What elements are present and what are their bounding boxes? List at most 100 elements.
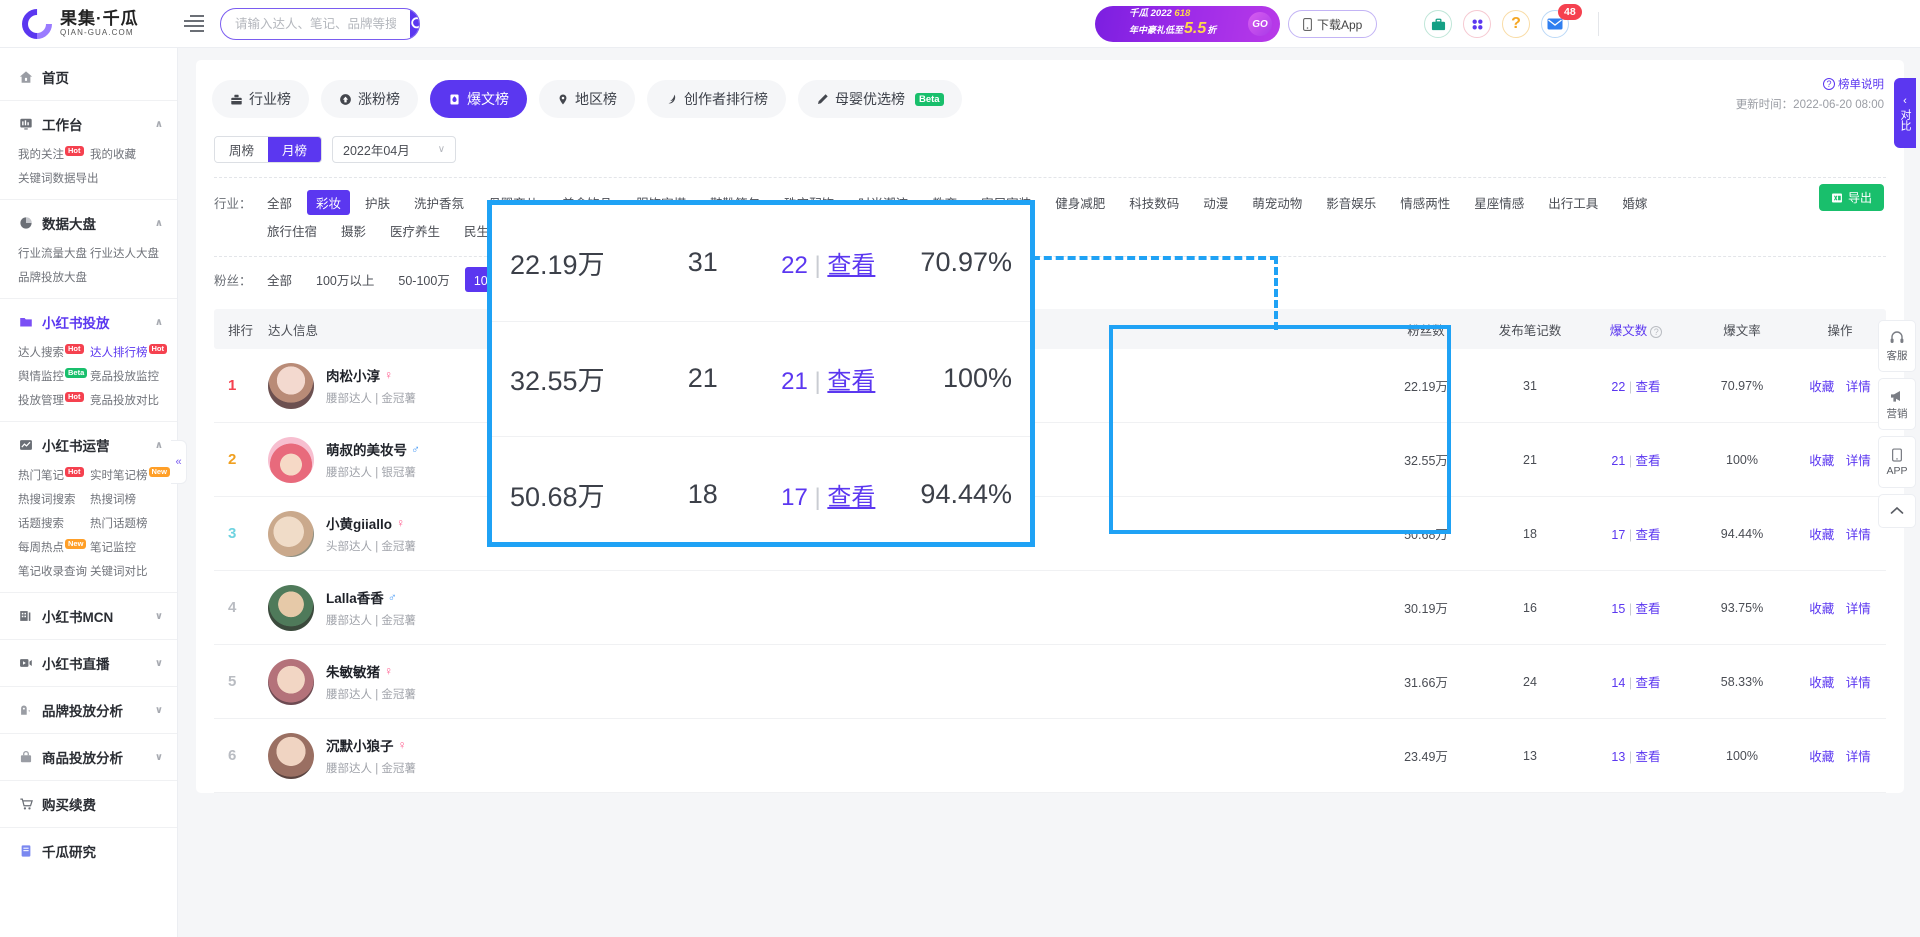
date-select[interactable]: 2022年04月 ∨: [332, 136, 457, 163]
sidebar-item-hot-notes[interactable]: 热门笔记 Hot: [18, 463, 90, 487]
question-icon[interactable]: ?: [1650, 325, 1663, 338]
ranking-help-link[interactable]: ? 榜单说明: [1823, 76, 1884, 92]
industry-chip[interactable]: 洗护香氛: [405, 190, 473, 215]
row-hot-count[interactable]: 17: [1611, 528, 1625, 542]
sidebar-item-kol-ranking[interactable]: 达人排行榜 Hot: [90, 340, 167, 364]
industry-chip[interactable]: 科技数码: [1120, 190, 1188, 215]
avatar[interactable]: [268, 732, 314, 779]
fans-chip[interactable]: 50-100万: [389, 267, 458, 292]
sidebar-header-xhs-ops[interactable]: 小红书运营 ∧: [0, 431, 177, 459]
row-hot-count[interactable]: 21: [1611, 454, 1625, 468]
sidebar-item-research[interactable]: 千瓜研究: [0, 837, 177, 865]
table-row[interactable]: 1 肉松小淳 ♀ 腰部达人 | 金冠薯 22.19万 31 22 | 查看 70…: [214, 349, 1886, 423]
sidebar-item-my-favorites[interactable]: 我的收藏: [90, 142, 162, 166]
row-hot-count[interactable]: 14: [1611, 676, 1625, 690]
industry-chip[interactable]: 旅行住宿: [258, 218, 326, 243]
table-row[interactable]: 5 朱敏敏猪 ♀ 腰部达人 | 金冠薯 31.66万 24 14 | 查看 58…: [214, 645, 1886, 719]
detail-button[interactable]: 详情: [1846, 750, 1871, 764]
industry-chip[interactable]: 萌宠动物: [1243, 190, 1311, 215]
tab-baby-premium-rank[interactable]: 母婴优选榜 Beta: [798, 80, 962, 118]
detail-button[interactable]: 详情: [1846, 528, 1871, 542]
row-hot-count[interactable]: 13: [1611, 750, 1625, 764]
promo-go-button[interactable]: GO: [1248, 12, 1272, 36]
sidebar-header-xhs-placement[interactable]: 小红书投放 ∧: [0, 308, 177, 336]
sidebar-item-competitor-monitor[interactable]: 竞品投放监控: [90, 364, 162, 388]
rail-back-to-top[interactable]: [1878, 494, 1916, 528]
sidebar-item-keyword-compare[interactable]: 关键词对比: [90, 559, 162, 583]
row-view-link[interactable]: 查看: [1636, 380, 1661, 394]
row-view-link[interactable]: 查看: [1636, 602, 1661, 616]
briefcase-button[interactable]: [1424, 10, 1452, 38]
table-row[interactable]: 3 小黄giiallo ♀ 头部达人 | 金冠薯 50.68万 18 17 | …: [214, 497, 1886, 571]
sidebar-item-my-follow[interactable]: 我的关注 Hot: [18, 142, 90, 166]
magnifier-view-link[interactable]: 查看: [827, 368, 875, 395]
fans-chip[interactable]: 全部: [258, 267, 301, 292]
detail-button[interactable]: 详情: [1846, 602, 1871, 616]
period-month-option[interactable]: 月榜: [268, 137, 322, 162]
sidebar-collapse-icon[interactable]: [184, 12, 204, 35]
row-hot-count[interactable]: 22: [1611, 380, 1625, 394]
search-button[interactable]: [410, 8, 419, 39]
tab-region-rank[interactable]: 地区榜: [539, 80, 635, 118]
export-button[interactable]: 导出: [1818, 184, 1884, 211]
row-username[interactable]: 肉松小淳 ♀: [326, 365, 416, 385]
row-username[interactable]: 小黄giiallo ♀: [326, 513, 416, 533]
chevron-up-icon[interactable]: ∧: [155, 218, 163, 229]
fans-chip[interactable]: 100万以上: [307, 267, 383, 292]
industry-chip-selected[interactable]: 彩妆: [307, 190, 351, 215]
industry-chip[interactable]: 出行工具: [1539, 190, 1607, 215]
period-toggle[interactable]: 周榜 月榜: [214, 136, 323, 163]
tab-creator-rank[interactable]: 创作者排行榜: [647, 80, 786, 118]
table-row[interactable]: 4 Lalla香香 ♂ 腰部达人 | 金冠薯 30.19万 16 15 | 查看…: [214, 571, 1886, 645]
favorite-button[interactable]: 收藏: [1809, 528, 1834, 542]
sidebar-item-note-monitor[interactable]: 笔记监控: [90, 535, 162, 559]
chevron-up-icon[interactable]: ∧: [155, 119, 163, 130]
avatar[interactable]: [268, 658, 314, 705]
row-username[interactable]: Lalla香香 ♂: [326, 587, 416, 607]
industry-chip[interactable]: 医疗养生: [381, 218, 449, 243]
period-week-option[interactable]: 周榜: [215, 137, 269, 162]
sidebar-item-competitor-compare[interactable]: 竞品投放对比: [90, 388, 162, 412]
tab-fans-growth-rank[interactable]: 涨粉榜: [321, 80, 418, 118]
favorite-button[interactable]: 收藏: [1809, 602, 1834, 616]
tab-hot-article-rank[interactable]: 爆文榜: [430, 80, 527, 118]
sidebar-item-industry-kol[interactable]: 行业达人大盘: [90, 241, 162, 265]
tab-industry-rank[interactable]: 行业榜: [212, 80, 309, 118]
detail-button[interactable]: 详情: [1846, 380, 1871, 394]
row-hot-count[interactable]: 15: [1611, 602, 1625, 616]
rail-customer-service[interactable]: 客服: [1878, 320, 1916, 372]
chevron-down-icon[interactable]: ∨: [155, 658, 163, 669]
sidebar-item-kol-search[interactable]: 达人搜索 Hot: [18, 340, 90, 364]
industry-chip[interactable]: 情感两性: [1391, 190, 1459, 215]
avatar[interactable]: [268, 362, 314, 409]
industry-chip[interactable]: 护肤: [356, 190, 399, 215]
sidebar-item-hot-keyword-rank[interactable]: 热搜词榜: [90, 487, 162, 511]
sidebar-header-data[interactable]: 数据大盘 ∧: [0, 209, 177, 237]
sidebar-item-keyword-export[interactable]: 关键词数据导出: [18, 166, 168, 190]
sidebar-item-live[interactable]: 小红书直播 ∨: [0, 649, 177, 677]
row-view-link[interactable]: 查看: [1636, 750, 1661, 764]
sidebar-item-topic-search[interactable]: 话题搜索: [18, 511, 90, 535]
sidebar-item-goods-analysis[interactable]: 商品投放分析 ∨: [0, 743, 177, 771]
industry-chip[interactable]: 星座情感: [1465, 190, 1533, 215]
apps-grid-button[interactable]: [1463, 10, 1491, 38]
download-app-button[interactable]: 下载App: [1288, 10, 1378, 38]
industry-chip[interactable]: 动漫: [1194, 190, 1237, 215]
avatar[interactable]: [268, 510, 314, 557]
sidebar-item-home[interactable]: 首页: [0, 63, 177, 91]
row-view-link[interactable]: 查看: [1636, 676, 1661, 690]
sidebar-item-realtime-notes[interactable]: 实时笔记榜 New: [90, 463, 170, 487]
rail-marketing[interactable]: 营销: [1878, 378, 1916, 430]
chevron-down-icon[interactable]: ∨: [155, 611, 163, 622]
sidebar-item-industry-traffic[interactable]: 行业流量大盘: [18, 241, 90, 265]
favorite-button[interactable]: 收藏: [1809, 380, 1834, 394]
help-button[interactable]: ?: [1502, 10, 1530, 38]
search-box[interactable]: [220, 7, 420, 40]
sidebar-item-sentiment-monitor[interactable]: 舆情监控 Beta: [18, 364, 90, 388]
favorite-button[interactable]: 收藏: [1809, 676, 1834, 690]
sidebar-item-note-index-query[interactable]: 笔记收录查询: [18, 559, 90, 583]
row-username[interactable]: 朱敏敏猪 ♀: [326, 661, 416, 681]
sidebar-item-weekly-hotspot[interactable]: 每周热点 New: [18, 535, 90, 559]
magnifier-view-link[interactable]: 查看: [827, 484, 875, 511]
sidebar-item-hot-keyword-search[interactable]: 热搜词搜索: [18, 487, 90, 511]
